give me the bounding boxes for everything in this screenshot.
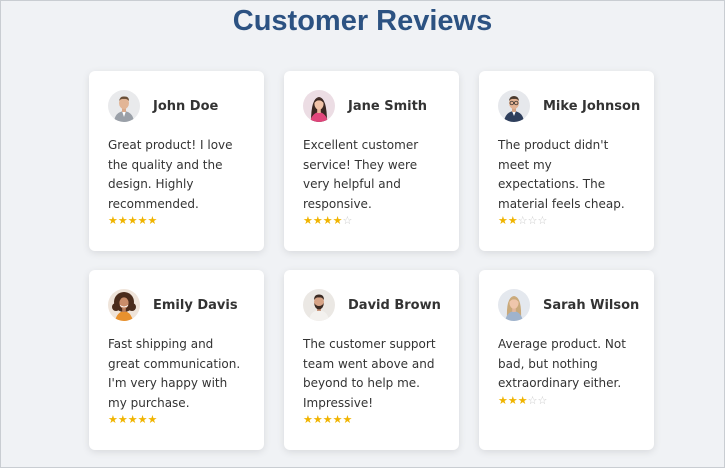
star-rating: ★★☆☆☆ [498,214,635,228]
review-card: Mike Johnson The product didn't meet my … [479,71,654,251]
reviewer-name: Jane Smith [348,98,428,114]
filled-stars-icon: ★★★★ [303,214,343,227]
avatar-man-gray-suit-icon [108,90,140,122]
avatar-woman-curly-hair-icon [108,289,140,321]
star-rating: ★★★★☆ [303,214,440,228]
review-header: Sarah Wilson [498,289,639,321]
empty-stars-icon: ☆☆ [527,393,548,407]
star-rating: ★★★★★ [108,214,245,228]
review-header: John Doe [108,90,245,122]
review-card: Sarah Wilson Average product. Not bad, b… [479,270,654,450]
review-text: The product didn't meet my expectations.… [498,138,625,211]
review-card: Jane Smith Excellent customer service! T… [284,71,459,251]
reviewer-name: Emily Davis [153,297,238,313]
star-rating: ★★★★★ [108,413,245,427]
reviewer-name: Sarah Wilson [543,297,640,313]
empty-stars-icon: ☆ [342,214,353,227]
review-card: John Doe Great product! I love the quali… [89,71,264,251]
empty-stars-icon: ☆☆☆ [517,214,548,227]
review-text: Excellent customer service! They were ve… [303,138,419,211]
review-text: Average product. Not bad, but nothing ex… [498,337,626,390]
star-rating: ★★★☆☆ [498,394,635,408]
reviewer-name: John Doe [153,98,219,114]
filled-stars-icon: ★★★★★ [108,413,158,426]
avatar-man-beard-icon [303,289,335,321]
reviews-grid: John Doe Great product! I love the quali… [89,71,654,450]
avatar-man-glasses-icon [498,90,530,122]
filled-stars-icon: ★★ [498,214,518,227]
reviewer-name: Mike Johnson [543,98,641,114]
review-text: Great product! I love the quality and th… [108,138,233,211]
review-card: Emily Davis Fast shipping and great comm… [89,270,264,450]
review-header: David Brown [303,289,441,321]
review-card: David Brown The customer support team we… [284,270,459,450]
filled-stars-icon: ★★★ [498,393,528,407]
filled-stars-icon: ★★★★★ [108,214,158,227]
avatar-woman-dark-hair-icon [303,90,335,122]
filled-stars-icon: ★★★★★ [303,413,353,426]
review-text: Fast shipping and great communication. I… [108,337,241,410]
reviewer-name: David Brown [348,297,441,313]
review-header: Jane Smith [303,90,440,122]
star-rating: ★★★★★ [303,413,440,427]
review-header: Mike Johnson [498,90,640,122]
review-text: The customer support team went above and… [303,337,436,410]
page-title: Customer Reviews [232,5,493,37]
avatar-woman-blonde-icon [498,289,530,321]
review-header: Emily Davis [108,289,245,321]
